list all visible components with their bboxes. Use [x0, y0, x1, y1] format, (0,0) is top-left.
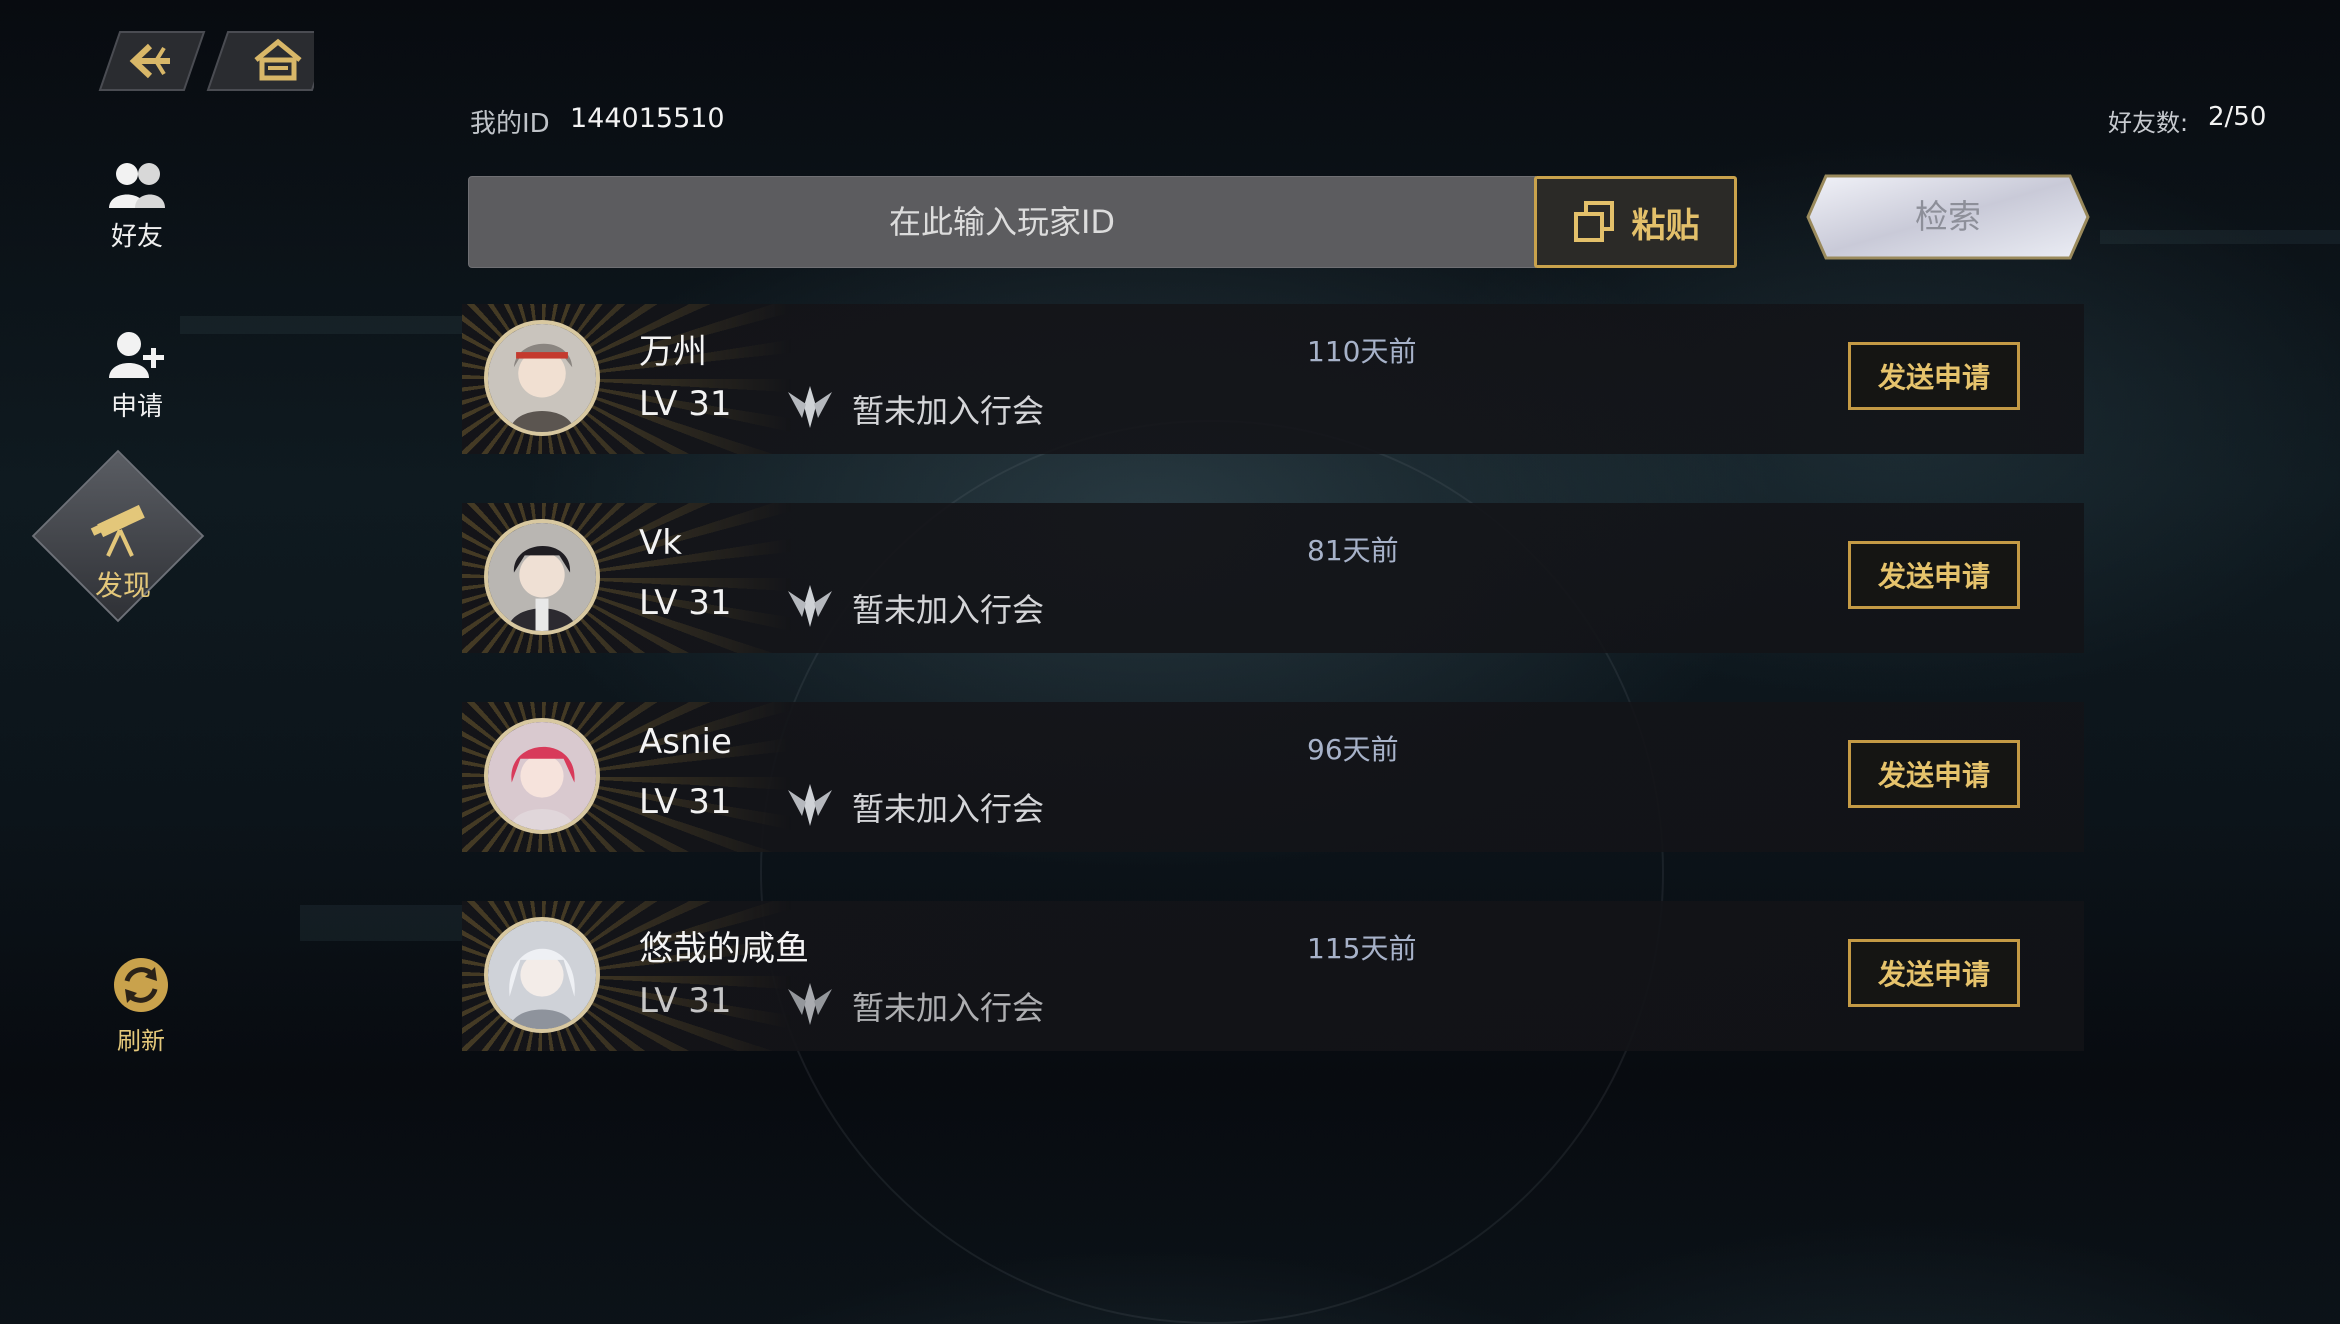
- search-button[interactable]: 检索: [1806, 174, 2090, 260]
- bg-band: [300, 905, 480, 941]
- friend-count-value: 2/50: [2208, 102, 2267, 132]
- player-level: LV 31: [639, 384, 732, 424]
- avatar-portrait-icon: [488, 523, 596, 631]
- player-row: Vk LV 31 暂未加入行会 81天前 发送申请: [462, 503, 2084, 653]
- player-row: 万州 LV 31 暂未加入行会 110天前 发送申请: [462, 304, 2084, 454]
- guild-emblem-icon: [788, 386, 832, 428]
- sidebar-item-apply[interactable]: 申请: [62, 330, 212, 423]
- paste-label: 粘贴: [1631, 205, 1700, 246]
- last-online: 110天前: [1307, 335, 1417, 368]
- send-request-button[interactable]: 发送申请: [1848, 740, 2020, 808]
- player-row: Asnie LV 31 暂未加入行会 96天前 发送申请: [462, 702, 2084, 852]
- sidebar-item-label: 发现: [94, 569, 151, 602]
- send-request-button[interactable]: 发送申请: [1848, 939, 2020, 1007]
- guild-emblem-icon: [788, 784, 832, 826]
- guild-emblem-icon: [788, 983, 832, 1025]
- player-row: 悠哉的咸鱼 LV 31 暂未加入行会 115天前 发送申请: [462, 901, 2084, 1051]
- add-friend-icon: [109, 332, 164, 378]
- player-avatar[interactable]: [484, 718, 600, 834]
- player-level: LV 31: [639, 981, 732, 1021]
- copy-icon: [1573, 201, 1614, 242]
- guild-status: 暂未加入行会: [852, 989, 1045, 1027]
- sidebar-item-discover[interactable]: 发现: [31, 449, 212, 623]
- bg-band: [180, 316, 480, 334]
- bg-band: [2100, 230, 2340, 244]
- friend-count-label: 好友数:: [2108, 109, 2189, 137]
- last-online: 81天前: [1307, 534, 1399, 567]
- back-arrow-icon: [98, 31, 206, 91]
- refresh-icon: [114, 958, 168, 1012]
- paste-button[interactable]: 粘贴: [1534, 176, 1737, 268]
- telescope-icon: [90, 504, 145, 557]
- player-avatar[interactable]: [484, 320, 600, 436]
- guild-status: 暂未加入行会: [852, 591, 1045, 629]
- player-name: 万州: [639, 332, 707, 372]
- refresh-button[interactable]: 刷新: [66, 955, 216, 1056]
- sidebar-item-label: 刷新: [117, 1027, 165, 1055]
- sidebar-item-label: 申请: [110, 392, 163, 422]
- friends-icon: [109, 163, 165, 208]
- avatar-portrait-icon: [488, 722, 596, 830]
- last-online: 96天前: [1307, 733, 1399, 766]
- guild-emblem-icon: [788, 585, 832, 627]
- player-level: LV 31: [639, 782, 732, 822]
- home-icon: [206, 31, 314, 91]
- send-request-button[interactable]: 发送申请: [1848, 541, 2020, 609]
- my-id-label: 我的ID: [470, 109, 550, 139]
- player-avatar[interactable]: [484, 519, 600, 635]
- send-request-button[interactable]: 发送申请: [1848, 342, 2020, 410]
- avatar-portrait-icon: [488, 921, 596, 1029]
- avatar-portrait-icon: [488, 324, 596, 432]
- player-name: Asnie: [639, 722, 732, 762]
- home-button[interactable]: [206, 30, 314, 92]
- sidebar-item-label: 好友: [110, 222, 163, 252]
- player-level: LV 31: [639, 583, 732, 623]
- guild-status: 暂未加入行会: [852, 790, 1045, 828]
- player-name: Vk: [639, 523, 682, 563]
- player-id-input[interactable]: [468, 176, 1536, 268]
- my-id-value: 144015510: [570, 103, 725, 134]
- last-online: 115天前: [1307, 932, 1417, 965]
- back-button[interactable]: [98, 30, 206, 92]
- sidebar-item-friends[interactable]: 好友: [62, 160, 212, 253]
- player-avatar[interactable]: [484, 917, 600, 1033]
- search-label: 检索: [1915, 197, 1981, 236]
- guild-status: 暂未加入行会: [852, 392, 1045, 430]
- player-name: 悠哉的咸鱼: [639, 929, 809, 969]
